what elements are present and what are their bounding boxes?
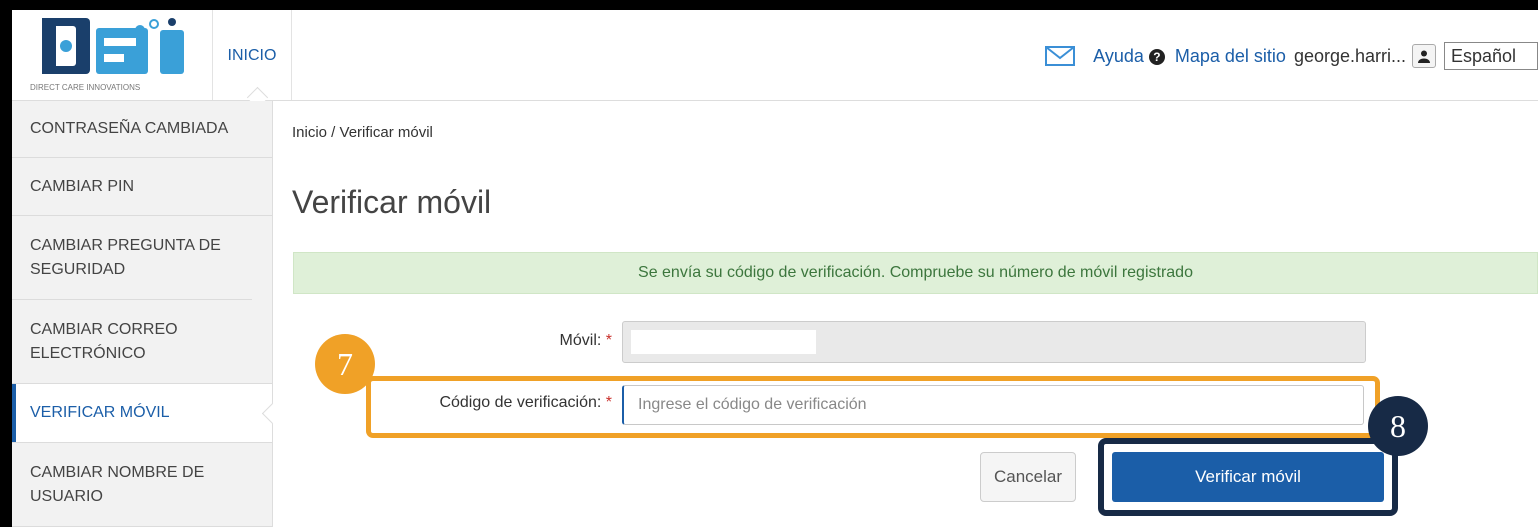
sidebar: CONTRASEÑA CAMBIADA CAMBIAR PIN CAMBIAR …	[12, 101, 284, 527]
help-label: Ayuda	[1093, 45, 1144, 66]
sidebar-item-verify-mobile[interactable]: VERIFICAR MÓVIL	[12, 384, 284, 443]
sidebar-item-label: CONTRASEÑA CAMBIADA	[30, 120, 229, 137]
verify-mobile-button[interactable]: Verificar móvil	[1112, 452, 1384, 502]
sidebar-item-change-email[interactable]: CAMBIAR CORREO ELECTRÓNICO	[12, 300, 272, 384]
sidebar-item-label: VERIFICAR MÓVIL	[30, 404, 170, 421]
sidebar-item-label: CAMBIAR PREGUNTA DE SEGURIDAD	[30, 236, 221, 278]
page-title: Verificar móvil	[292, 184, 492, 220]
sitemap-link[interactable]: Mapa del sitio	[1175, 46, 1286, 67]
required-mark: *	[605, 332, 612, 349]
sidebar-item-security-question[interactable]: CAMBIAR PREGUNTA DE SEGURIDAD	[12, 216, 252, 300]
sidebar-item-change-username[interactable]: CAMBIAR NOMBRE DE USUARIO	[12, 443, 272, 527]
required-mark: *	[605, 394, 612, 411]
question-circle-icon: ?	[1148, 48, 1165, 65]
app-frame: DIRECT CARE INNOVATIONS INICIO Ayuda? Ma…	[12, 10, 1538, 527]
mobile-field	[622, 321, 1366, 363]
logo-tagline: DIRECT CARE INNOVATIONS	[30, 83, 140, 92]
home-tab[interactable]: INICIO	[212, 10, 292, 100]
mobile-label-text: Móvil:	[559, 332, 602, 349]
username[interactable]: george.harri...	[1294, 46, 1406, 67]
breadcrumb: Inicio / Verificar móvil	[292, 124, 433, 141]
header-actions: Ayuda? Mapa del sitio george.harri... Es…	[1045, 40, 1538, 72]
sidebar-item-label: CAMBIAR NOMBRE DE USUARIO	[30, 463, 205, 505]
envelope-icon[interactable]	[1045, 46, 1076, 66]
cancel-button[interactable]: Cancelar	[980, 452, 1076, 502]
verification-code-input[interactable]	[622, 385, 1364, 425]
user-icon[interactable]	[1412, 44, 1436, 68]
sidebar-item-password-changed[interactable]: CONTRASEÑA CAMBIADA	[12, 101, 272, 158]
step-8-badge: 8	[1368, 396, 1428, 456]
language-select[interactable]: Español	[1444, 42, 1538, 70]
dci-logo[interactable]: DIRECT CARE INNOVATIONS	[20, 16, 210, 94]
sidebar-item-change-pin[interactable]: CAMBIAR PIN	[12, 158, 272, 216]
top-header: DIRECT CARE INNOVATIONS INICIO Ayuda? Ma…	[12, 10, 1538, 109]
code-label: Código de verificación: *	[382, 394, 612, 412]
step-7-badge: 7	[315, 334, 375, 394]
success-alert: Se envía su código de verificación. Comp…	[293, 252, 1538, 294]
sidebar-item-label: CAMBIAR PIN	[30, 177, 135, 195]
mobile-label: Móvil: *	[482, 332, 612, 350]
help-link[interactable]: Ayuda?	[1093, 46, 1165, 67]
code-label-text: Código de verificación:	[439, 394, 602, 411]
redacted-mobile-number	[631, 330, 816, 354]
sidebar-item-label: CAMBIAR CORREO ELECTRÓNICO	[30, 320, 178, 362]
active-item-caret	[261, 402, 284, 425]
